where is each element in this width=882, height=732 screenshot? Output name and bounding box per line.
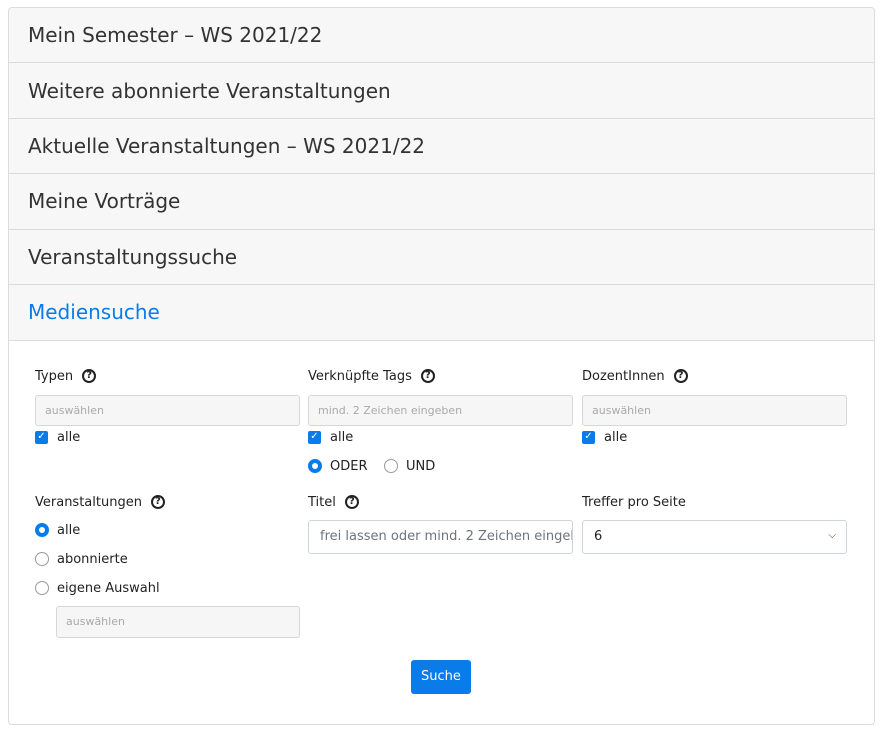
help-icon[interactable]: ? bbox=[82, 369, 97, 384]
veranstaltungen-abonnierte-radio[interactable]: abonnierte bbox=[35, 552, 128, 567]
radio-unselected-icon bbox=[384, 459, 398, 474]
radio-selected-icon bbox=[35, 523, 49, 538]
accordion-item-label: Mein Semester – WS 2021/22 bbox=[28, 23, 323, 48]
radio-label: UND bbox=[406, 458, 436, 474]
treffer-label-text: Treffer pro Seite bbox=[582, 494, 686, 510]
veranstaltungen-label: Veranstaltungen ? bbox=[35, 495, 165, 510]
veranstaltungen-auswahl-input[interactable]: auswählen bbox=[56, 605, 300, 638]
suche-button[interactable]: Suche bbox=[411, 659, 471, 694]
treffer-label: Treffer pro Seite bbox=[582, 495, 686, 510]
help-icon[interactable]: ? bbox=[420, 369, 435, 384]
tags-mode-oder-radio[interactable]: ODER bbox=[308, 459, 368, 474]
veranstaltungen-alle-radio[interactable]: alle bbox=[35, 523, 80, 538]
help-icon[interactable]: ? bbox=[673, 369, 688, 384]
checkbox-checked-icon: ✓ bbox=[308, 430, 321, 444]
accordion-item-vortraege[interactable]: Meine Vorträge bbox=[9, 174, 874, 230]
treffer-select[interactable]: 6 ⌵ bbox=[582, 519, 847, 554]
accordion-item-label: Mediensuche bbox=[28, 300, 160, 325]
typen-label: Typen ? bbox=[35, 368, 97, 384]
dozenten-input[interactable]: auswählen bbox=[582, 394, 847, 426]
dozenten-label: DozentInnen ? bbox=[582, 369, 688, 384]
accordion-item-aktuelle[interactable]: Aktuelle Veranstaltungen – WS 2021/22 bbox=[9, 118, 874, 175]
typen-input[interactable]: auswählen bbox=[35, 394, 300, 426]
checkbox-checked-icon: ✓ bbox=[582, 430, 595, 444]
radio-label: ODER bbox=[330, 458, 368, 474]
accordion-item-veranstaltungssuche[interactable]: Veranstaltungssuche bbox=[9, 229, 874, 285]
titel-input[interactable]: frei lassen oder mind. 2 Zeichen eingebe… bbox=[308, 519, 573, 554]
checkbox-label: alle bbox=[330, 429, 354, 445]
tags-label: Verknüpfte Tags ? bbox=[308, 369, 435, 384]
checkbox-checked-icon: ✓ bbox=[35, 430, 48, 444]
radio-unselected-icon bbox=[35, 581, 49, 596]
radio-label: alle bbox=[57, 522, 81, 538]
help-icon[interactable]: ? bbox=[344, 495, 359, 510]
tags-alle-checkbox[interactable]: ✓ alle bbox=[308, 430, 353, 445]
titel-label-text: Titel bbox=[308, 494, 336, 510]
accordion-item-label: Weitere abonnierte Veranstaltungen bbox=[28, 78, 391, 103]
veranstaltungen-label-text: Veranstaltungen bbox=[35, 494, 142, 510]
typen-alle-checkbox[interactable]: ✓ alle bbox=[35, 430, 80, 445]
radio-unselected-icon bbox=[35, 552, 49, 567]
typen-label-text: Typen bbox=[35, 368, 74, 384]
treffer-select-value: 6 bbox=[594, 529, 603, 545]
radio-label: abonnierte bbox=[57, 551, 128, 567]
radio-selected-icon bbox=[308, 459, 322, 474]
dozenten-alle-checkbox[interactable]: ✓ alle bbox=[582, 430, 627, 445]
checkbox-label: alle bbox=[57, 429, 81, 445]
accordion: Mein Semester – WS 2021/22 Weitere abonn… bbox=[8, 7, 875, 725]
mediensuche-panel: Typen ? auswählen ✓ alle Verknüpfte Tags… bbox=[9, 341, 874, 724]
tags-label-text: Verknüpfte Tags bbox=[308, 368, 412, 384]
radio-label: eigene Auswahl bbox=[57, 580, 160, 596]
tags-input[interactable]: mind. 2 Zeichen eingeben bbox=[308, 394, 573, 426]
accordion-item-label: Meine Vorträge bbox=[28, 189, 181, 214]
accordion-item-mediensuche[interactable]: Mediensuche bbox=[9, 284, 874, 341]
dozenten-label-text: DozentInnen bbox=[582, 368, 665, 384]
veranstaltungen-eigene-radio[interactable]: eigene Auswahl bbox=[35, 581, 160, 596]
accordion-item-mein-semester[interactable]: Mein Semester – WS 2021/22 bbox=[9, 8, 874, 64]
tags-mode-und-radio[interactable]: UND bbox=[384, 459, 435, 474]
accordion-item-label: Aktuelle Veranstaltungen – WS 2021/22 bbox=[28, 133, 426, 158]
checkbox-label: alle bbox=[604, 429, 628, 445]
accordion-item-label: Veranstaltungssuche bbox=[28, 244, 238, 269]
chevron-down-icon: ⌵ bbox=[828, 529, 836, 541]
help-icon[interactable]: ? bbox=[150, 495, 165, 510]
titel-label: Titel ? bbox=[308, 495, 359, 510]
accordion-item-abonnierte[interactable]: Weitere abonnierte Veranstaltungen bbox=[9, 63, 874, 119]
